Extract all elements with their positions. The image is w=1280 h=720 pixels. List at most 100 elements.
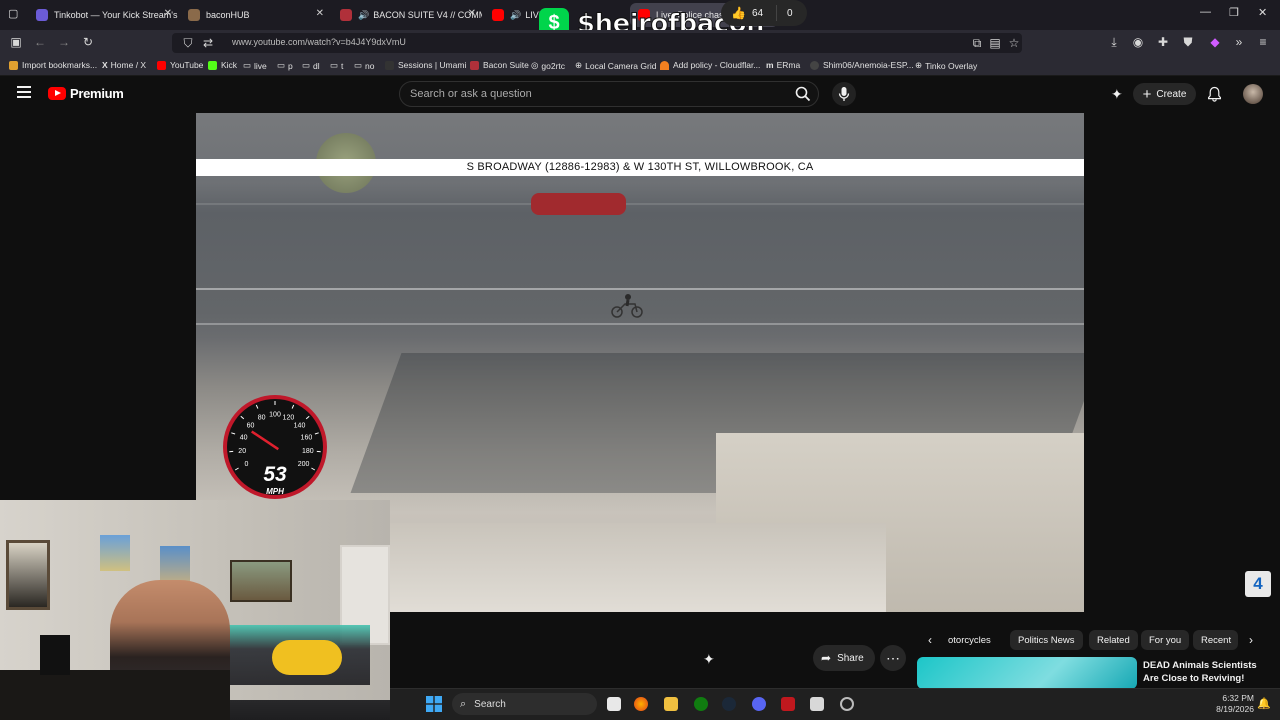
close-tab-icon[interactable]: ✕ (468, 8, 476, 19)
youtube-logo-icon[interactable] (48, 87, 66, 100)
xbox-icon[interactable] (694, 697, 708, 711)
chip-politics-news[interactable]: Politics News (1010, 630, 1083, 650)
bookmark-camera-grid[interactable]: ⊕ Local Camera Grid (575, 60, 656, 71)
voice-search-button[interactable] (832, 82, 856, 106)
bookmark-erma[interactable]: m ERma (766, 60, 800, 70)
downloads-icon[interactable]: ⤓ (1106, 35, 1122, 50)
reload-icon[interactable]: ↻ (80, 35, 96, 49)
speedometer-tick-label: 20 (238, 448, 246, 455)
speaker-icon: 🔊 (358, 9, 370, 20)
create-label: Create (1156, 88, 1187, 100)
permissions-icon[interactable]: ⇄ (200, 36, 216, 50)
task-view-icon[interactable] (607, 697, 621, 711)
sidebar-toggle-icon[interactable]: ▣ (8, 35, 24, 49)
notepad-icon[interactable] (810, 697, 824, 711)
thumbs-up-icon: 👍 (731, 6, 746, 20)
close-tab-icon[interactable]: ✕ (316, 8, 324, 19)
go2rtc-icon: ◎ (531, 60, 539, 70)
extensions-icon[interactable]: ✚ (1155, 35, 1171, 49)
like-button[interactable]: 👍 64 (721, 6, 776, 20)
import-icon (9, 60, 18, 70)
ask-ai-icon[interactable]: ✦ (703, 651, 715, 668)
bookmark-github[interactable]: Shim06/Anemoia-ESP... (810, 60, 914, 70)
minimize-icon[interactable]: — (1200, 6, 1211, 18)
notifications-bell-icon[interactable] (1207, 86, 1222, 102)
steam-icon[interactable] (722, 697, 736, 711)
extension-icon[interactable]: ◆ (1207, 35, 1223, 49)
bookmark-tinko-overlay[interactable]: ⊕ Tinko Overlay (915, 60, 977, 71)
avatar[interactable] (1243, 84, 1263, 104)
chips-prev-chevron-icon[interactable]: ‹ (928, 633, 932, 647)
tab-baconhub[interactable]: baconHUB ✕ (180, 3, 330, 27)
speedometer-tick-label: 120 (283, 414, 295, 421)
dislike-button[interactable]: 0 (777, 8, 793, 19)
forward-icon[interactable]: → (56, 35, 72, 49)
globe-icon: ⊕ (915, 60, 923, 70)
discord-icon[interactable] (752, 697, 766, 711)
share-button[interactable]: ➦ Share (813, 645, 875, 671)
bookmark-folder-dl[interactable]: ▭ dl (302, 60, 320, 71)
close-tab-icon[interactable]: ✕ (164, 8, 172, 19)
like-dislike-pill: 👍 64 0 (721, 0, 807, 26)
firefox-icon[interactable] (634, 697, 648, 711)
bookmark-kick[interactable]: Kick (208, 60, 237, 70)
video-rooftop (386, 523, 886, 612)
x-logo-icon: X (102, 60, 108, 70)
url-text[interactable]: www.youtube.com/watch?v=b4J4Y9dxVmU (232, 37, 406, 47)
reader-view-icon[interactable]: ▤ (987, 36, 1003, 50)
bookmark-label: Bacon Suite (483, 60, 529, 70)
chip-recent[interactable]: Recent (1193, 630, 1238, 650)
bookmark-folder-p[interactable]: ▭ p (277, 60, 293, 71)
bookmark-label: Shim06/Anemoia-ESP... (823, 60, 914, 70)
like-count: 64 (751, 7, 764, 19)
youtube-premium-label[interactable]: Premium (70, 86, 124, 101)
menu-icon[interactable]: ≡ (1255, 35, 1271, 49)
overflow-chevron-icon[interactable]: » (1231, 35, 1247, 49)
chip-for-you[interactable]: For you (1141, 630, 1190, 650)
create-button[interactable]: + Create (1133, 83, 1196, 105)
bookmark-go2rtc[interactable]: ◎ go2rtc (531, 60, 565, 71)
tab-tinkobot[interactable]: Tinkobot — Your Kick Stream's Inte ✕ (28, 3, 178, 27)
back-icon[interactable]: ← (32, 35, 48, 49)
tab-list-icon[interactable]: ▢ (8, 7, 18, 20)
bookmark-cloudflare[interactable]: Add policy - Cloudflar... (660, 60, 760, 70)
taskbar-search[interactable]: ⌕ Search (452, 693, 597, 715)
picture-in-picture-icon[interactable]: ⧉ (969, 36, 985, 51)
chip-related[interactable]: Related (1089, 630, 1138, 650)
gemini-sparkle-icon[interactable]: ✦ (1111, 86, 1123, 103)
bookmark-umami[interactable]: Sessions | Umami (385, 60, 466, 70)
close-window-icon[interactable]: ✕ (1258, 6, 1267, 19)
shield-icon[interactable]: ⛉ (180, 36, 196, 51)
chips-next-chevron-icon[interactable]: › (1249, 633, 1253, 647)
cloudflare-icon (660, 60, 669, 70)
search-icon[interactable] (795, 86, 811, 102)
search-box[interactable] (399, 81, 819, 107)
related-video-title[interactable]: DEAD Animals Scientists Are Close to Rev… (1143, 659, 1273, 685)
bookmark-x[interactable]: X Home / X (102, 60, 146, 70)
related-video-thumbnail[interactable] (917, 657, 1137, 689)
maximize-icon[interactable]: ❐ (1229, 6, 1239, 19)
bookmark-bacon-suite[interactable]: Bacon Suite (470, 60, 529, 70)
tab-bacon-suite[interactable]: 🔊 BACON SUITE V4 // COMM ✕ (332, 3, 482, 27)
menu-icon[interactable] (17, 86, 31, 98)
bookmark-youtube[interactable]: YouTube (157, 60, 203, 70)
ublock-icon[interactable]: ⛊ (1180, 35, 1196, 50)
bookmark-import[interactable]: Import bookmarks... (9, 60, 97, 70)
obs-app-icon[interactable] (781, 697, 795, 711)
more-actions-button[interactable]: ⋯ (880, 645, 906, 671)
bookmark-folder-live[interactable]: ▭ live (243, 60, 267, 71)
bookmark-folder-t[interactable]: ▭ t (330, 60, 343, 71)
search-input[interactable] (410, 86, 770, 102)
address-bar[interactable]: ⛉ ⇄ www.youtube.com/watch?v=b4J4Y9dxVmU … (172, 33, 1022, 53)
bookmark-folder-no[interactable]: ▭ no (354, 60, 375, 71)
account-icon[interactable]: ◉ (1130, 35, 1146, 49)
chip-motorcycles[interactable]: otorcycles (946, 630, 993, 650)
github-icon (810, 60, 819, 70)
bookmark-star-icon[interactable]: ☆ (1006, 36, 1022, 50)
notification-bell-icon[interactable]: 🔔 (1257, 697, 1271, 710)
settings-app-icon[interactable] (840, 697, 854, 711)
windows-start-icon[interactable] (426, 696, 442, 712)
taskbar-clock[interactable]: 6:32 PM 8/19/2026 (1208, 693, 1254, 715)
file-explorer-icon[interactable] (664, 697, 678, 711)
bookmark-label: Kick (221, 60, 238, 70)
